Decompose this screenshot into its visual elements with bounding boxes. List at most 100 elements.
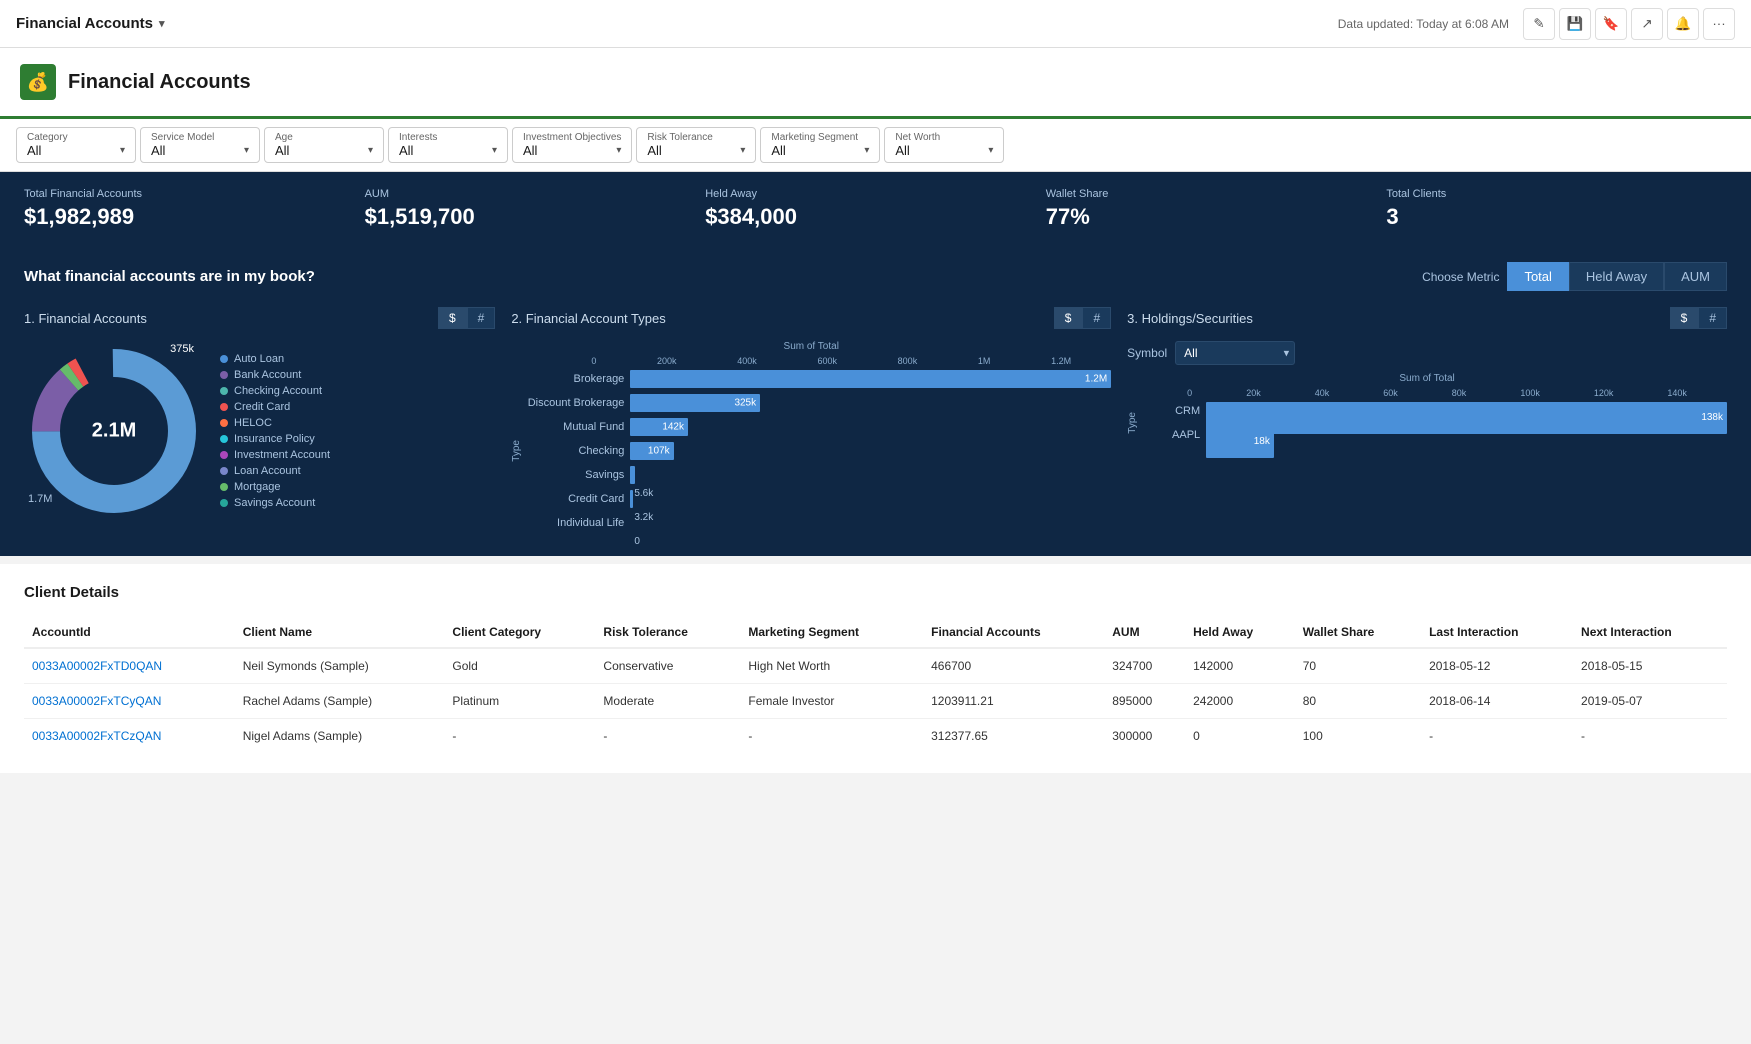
chart1-toggle: $ # xyxy=(438,307,495,329)
legend-dot xyxy=(220,451,228,459)
chart2-axis-label: Sum of Total xyxy=(511,341,1111,352)
bell-button[interactable]: 🔔 xyxy=(1667,8,1699,40)
chart3-axis-label: Sum of Total xyxy=(1127,373,1727,384)
col-last-interaction: Last Interaction xyxy=(1421,617,1573,648)
chart3-axis-ticks: 020k40k60k80k100k120k140k xyxy=(1127,388,1727,402)
app-title-area: Financial Accounts ▾ xyxy=(16,15,165,32)
metric-btn-held-away[interactable]: Held Away xyxy=(1569,262,1664,291)
filter-service-model[interactable]: Service Model All ▾ xyxy=(140,127,260,163)
chart2-body: Type Brokerage 1.2M Discount Brokerage 3… xyxy=(511,370,1111,532)
table-body: 0033A00002FxTD0QANNeil Symonds (Sample)G… xyxy=(24,648,1727,753)
title-chevron-icon[interactable]: ▾ xyxy=(159,17,165,30)
col-held-away: Held Away xyxy=(1185,617,1295,648)
chart3-header: 3. Holdings/Securities $ # xyxy=(1127,307,1727,329)
header-actions: Data updated: Today at 6:08 AM ✎ 💾 🔖 ↗ 🔔… xyxy=(1338,8,1735,40)
page-title-bar: 💰 Financial Accounts xyxy=(0,48,1751,119)
legend-item-investment-account: Investment Account xyxy=(220,449,330,461)
filter-category[interactable]: Category All ▾ xyxy=(16,127,136,163)
chart2-hash-btn[interactable]: # xyxy=(1082,307,1111,329)
legend-item-savings-account: Savings Account xyxy=(220,497,330,509)
legend-item-mortgage: Mortgage xyxy=(220,481,330,493)
metric-btn-aum[interactable]: AUM xyxy=(1664,262,1727,291)
col-aum: AUM xyxy=(1104,617,1185,648)
chart2-header: 2. Financial Account Types $ # xyxy=(511,307,1111,329)
holdings-bar-row-crm: CRM 138k xyxy=(1140,402,1727,420)
legend-dot xyxy=(220,403,228,411)
legend-item-bank-account: Bank Account xyxy=(220,369,330,381)
legend-item-insurance-policy: Insurance Policy xyxy=(220,433,330,445)
chart1-dollar-btn[interactable]: $ xyxy=(438,307,467,329)
chart2-toggle: $ # xyxy=(1054,307,1111,329)
chart1-hash-btn[interactable]: # xyxy=(467,307,496,329)
col-client-name: Client Name xyxy=(235,617,445,648)
share-button[interactable]: ↗ xyxy=(1631,8,1663,40)
donut-area: 2.1M 375k 1.7M Auto Loan Bank Account Ch… xyxy=(24,341,495,521)
legend-dot xyxy=(220,371,228,379)
save-button[interactable]: 💾 xyxy=(1559,8,1591,40)
col-marketing-segment: Marketing Segment xyxy=(740,617,923,648)
legend-dot xyxy=(220,499,228,507)
chart3-body: Type CRM 138k AAPL 18k xyxy=(1127,402,1727,444)
filter-risk-tolerance[interactable]: Risk Tolerance All ▾ xyxy=(636,127,756,163)
bookmark-button[interactable]: 🔖 xyxy=(1595,8,1627,40)
page-title: Financial Accounts xyxy=(68,71,251,94)
account-types-bar-chart: Sum of Total 0200k400k600k800k1M1.2M Typ… xyxy=(511,341,1111,532)
legend-dot xyxy=(220,435,228,443)
legend-item-loan-account: Loan Account xyxy=(220,465,330,477)
metric-btn-total[interactable]: Total xyxy=(1507,262,1568,291)
bar-row-checking: Checking 107k xyxy=(524,442,1111,460)
chart2-title: 2. Financial Account Types xyxy=(511,311,665,326)
symbol-select-wrap[interactable]: All CRM AAPL xyxy=(1175,341,1295,365)
filter-investment-objectives[interactable]: Investment Objectives All ▾ xyxy=(512,127,632,163)
financial-accounts-panel: 1. Financial Accounts $ # xyxy=(24,307,495,521)
page-icon: 💰 xyxy=(20,64,56,100)
stat-held-away: Held Away $384,000 xyxy=(705,188,1046,230)
table-row: 0033A00002FxTD0QANNeil Symonds (Sample)G… xyxy=(24,648,1727,684)
chart3-hash-btn[interactable]: # xyxy=(1698,307,1727,329)
more-button[interactable]: ··· xyxy=(1703,8,1735,40)
charts-grid: 1. Financial Accounts $ # xyxy=(24,307,1727,532)
bar-row-individual-life: Individual Life 0 xyxy=(524,514,1111,532)
account-types-panel: 2. Financial Account Types $ # Sum of To… xyxy=(511,307,1111,532)
symbol-select[interactable]: All CRM AAPL xyxy=(1175,341,1295,365)
stats-row: Total Financial Accounts $1,982,989AUM $… xyxy=(0,172,1751,246)
chart2-bars: Brokerage 1.2M Discount Brokerage 325k M… xyxy=(524,370,1111,532)
page-icon-symbol: 💰 xyxy=(27,72,49,93)
legend-list: Auto Loan Bank Account Checking Account … xyxy=(220,353,330,509)
chart1-title: 1. Financial Accounts xyxy=(24,311,147,326)
chart-section: What financial accounts are in my book? … xyxy=(0,246,1751,556)
table-row: 0033A00002FxTCzQANNigel Adams (Sample)--… xyxy=(24,719,1727,754)
client-details-table: AccountIdClient NameClient CategoryRisk … xyxy=(24,617,1727,753)
filter-age[interactable]: Age All ▾ xyxy=(264,127,384,163)
legend-dot xyxy=(220,387,228,395)
chart3-dollar-btn[interactable]: $ xyxy=(1670,307,1699,329)
chart2-axis-ticks: 0200k400k600k800k1M1.2M xyxy=(511,356,1111,370)
holdings-panel: 3. Holdings/Securities $ # Symbol All CR… xyxy=(1127,307,1727,444)
holdings-bar-row-aapl: AAPL 18k xyxy=(1140,426,1727,444)
filter-net-worth[interactable]: Net Worth All ▾ xyxy=(884,127,1004,163)
symbol-label: Symbol xyxy=(1127,346,1167,360)
chart3-toggle: $ # xyxy=(1670,307,1727,329)
legend-item-checking-account: Checking Account xyxy=(220,385,330,397)
holdings-chart-area: Symbol All CRM AAPL Sum of Total 020k40k… xyxy=(1127,341,1727,444)
col-accountid: AccountId xyxy=(24,617,235,648)
edit-button[interactable]: ✎ xyxy=(1523,8,1555,40)
metric-label: Choose Metric xyxy=(1422,270,1499,284)
chart2-y-label: Type xyxy=(511,440,522,462)
donut-top-label: 375k xyxy=(170,343,194,355)
filters-bar: Category All ▾ Service Model All ▾ Age A… xyxy=(0,119,1751,172)
stat-wallet-share: Wallet Share 77% xyxy=(1046,188,1387,230)
chart2-dollar-btn[interactable]: $ xyxy=(1054,307,1083,329)
legend-dot xyxy=(220,419,228,427)
filter-marketing-segment[interactable]: Marketing Segment All ▾ xyxy=(760,127,880,163)
legend-item-auto-loan: Auto Loan xyxy=(220,353,330,365)
table-row: 0033A00002FxTCyQANRachel Adams (Sample)P… xyxy=(24,684,1727,719)
filter-interests[interactable]: Interests All ▾ xyxy=(388,127,508,163)
legend-dot xyxy=(220,467,228,475)
bar-row-mutual-fund: Mutual Fund 142k xyxy=(524,418,1111,436)
client-details-section: Client Details AccountIdClient NameClien… xyxy=(0,564,1751,773)
chart3-bars: CRM 138k AAPL 18k xyxy=(1140,402,1727,444)
table-header-row: AccountIdClient NameClient CategoryRisk … xyxy=(24,617,1727,648)
table-head: AccountIdClient NameClient CategoryRisk … xyxy=(24,617,1727,648)
metric-toggle: TotalHeld AwayAUM xyxy=(1507,262,1727,291)
